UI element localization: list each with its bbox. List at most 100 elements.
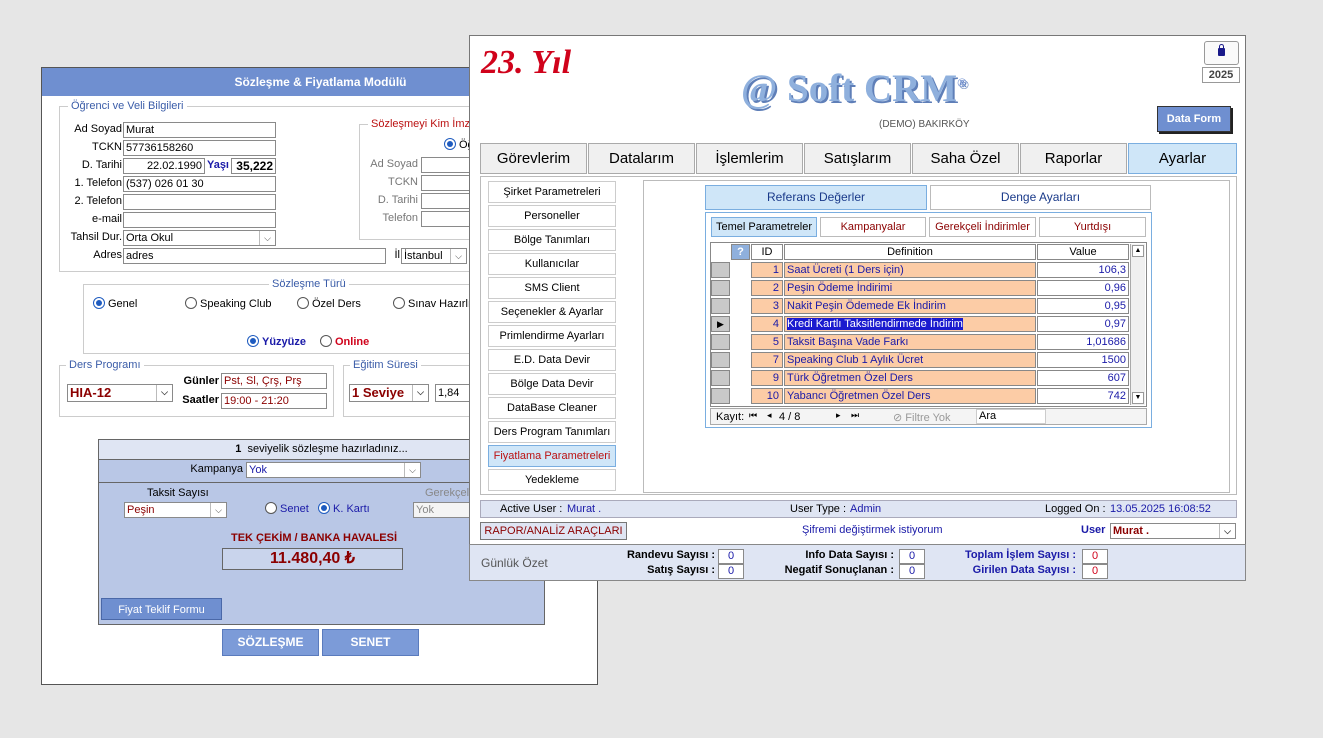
row-selector[interactable] [711, 334, 730, 350]
grid-cell-value[interactable]: 0,95 [1037, 298, 1129, 314]
next-record-icon[interactable]: ▸ [836, 410, 841, 421]
grid-header-definition[interactable]: Definition [784, 244, 1036, 260]
row-selector[interactable] [711, 262, 730, 278]
grid-cell-definition[interactable]: Peşin Ödeme İndirimi [784, 280, 1036, 296]
tab-temel-parametreler[interactable]: Temel Parametreler [711, 217, 817, 237]
record-position[interactable]: 4 / 8 [779, 411, 800, 423]
grid-cell-value[interactable]: 1,01686 [1037, 334, 1129, 350]
sidebar-item-yedekleme[interactable]: Yedekleme [488, 469, 616, 491]
grid-cell-definition[interactable]: Nakit Peşin Ödemede Ek İndirim [784, 298, 1036, 314]
prev-record-icon[interactable]: ◂ [767, 410, 772, 421]
grid-cell-id[interactable]: 1 [751, 262, 783, 278]
grid-cell-definition[interactable]: Taksit Başına Vade Farkı [784, 334, 1036, 350]
tab-kampanyalar[interactable]: Kampanyalar [820, 217, 926, 237]
grid-cell-value[interactable]: 742 [1037, 388, 1129, 404]
egitim-level-select[interactable]: 1 Seviye ⌵ [349, 384, 429, 402]
mode-online[interactable]: Online [320, 335, 369, 349]
grid-cell-definition[interactable]: Yabancı Öğretmen Özel Ders [784, 388, 1036, 404]
tab-yurtdisi[interactable]: Yurtdışı [1039, 217, 1146, 237]
grid-cell-value[interactable]: 607 [1037, 370, 1129, 386]
grid-cell-id[interactable]: 9 [751, 370, 783, 386]
sidebar-item-kullanicilar[interactable]: Kullanıcılar [488, 253, 616, 275]
grid-cell-id[interactable]: 5 [751, 334, 783, 350]
address-input[interactable]: adres [123, 248, 386, 264]
tab-gorevlerim[interactable]: Görevlerim [480, 143, 587, 174]
tab-gerekceli-indirimler[interactable]: Gerekçeli İndirimler [929, 217, 1036, 237]
birthdate-input[interactable]: 22.02.1990 [123, 158, 205, 174]
payment-senet[interactable]: Senet [265, 502, 309, 516]
city-select[interactable]: İstanbul ⌵ [401, 248, 467, 264]
gunler-input[interactable]: Pst, Sl, Çrş, Prş [221, 373, 327, 389]
sidebar-item-sms[interactable]: SMS Client [488, 277, 616, 299]
scroll-up-icon[interactable]: ▲ [1132, 245, 1144, 257]
scroll-down-icon[interactable]: ▼ [1132, 392, 1144, 404]
tab-referans-degerler[interactable]: Referans Değerler [705, 185, 927, 210]
tab-islemlerim[interactable]: İşlemlerim [696, 143, 803, 174]
last-record-icon[interactable]: ⏭ [851, 410, 859, 421]
tab-satislarim[interactable]: Satışlarım [804, 143, 911, 174]
grid-cell-definition[interactable]: Saat Ücreti (1 Ders için) [784, 262, 1036, 278]
contract-type-sinav[interactable]: Sınav Hazırlık [393, 297, 476, 311]
filter-button[interactable]: ⊘ Filtre Yok [893, 411, 951, 424]
first-record-icon[interactable]: ⏮ [749, 410, 757, 421]
sidebar-item-cleaner[interactable]: DataBase Cleaner [488, 397, 616, 419]
sidebar-item-personeller[interactable]: Personeller [488, 205, 616, 227]
sidebar-item-bolge-devir[interactable]: Bölge Data Devir [488, 373, 616, 395]
tab-denge-ayarlari[interactable]: Denge Ayarları [930, 185, 1151, 210]
grid-cell-id[interactable]: 3 [751, 298, 783, 314]
grid-cell-definition[interactable]: Türk Öğretmen Özel Ders [784, 370, 1036, 386]
lock-button[interactable] [1204, 41, 1239, 65]
payment-kart[interactable]: K. Kartı [318, 502, 370, 516]
taksit-select[interactable]: Peşin ⌵ [124, 502, 227, 518]
sidebar-item-ders-program[interactable]: Ders Program Tanımları [488, 421, 616, 443]
grid-cell-definition[interactable]: Speaking Club 1 Aylık Ücret [784, 352, 1036, 368]
grid-help-icon[interactable]: ? [731, 244, 750, 260]
tab-datalarim[interactable]: Datalarım [588, 143, 695, 174]
grid-cell-id[interactable]: 4 [751, 316, 783, 332]
row-selector[interactable] [711, 352, 730, 368]
gerekceli-select[interactable]: Yok [413, 502, 473, 518]
sidebar-item-ed-devir[interactable]: E.D. Data Devir [488, 349, 616, 371]
row-selector[interactable] [711, 298, 730, 314]
grid-cell-value[interactable]: 0,97 [1037, 316, 1129, 332]
senet-button[interactable]: SENET [322, 629, 419, 656]
saatler-input[interactable]: 19:00 - 21:20 [221, 393, 327, 409]
phone1-input[interactable]: (537) 026 01 30 [123, 176, 276, 192]
grid-cell-value[interactable]: 0,96 [1037, 280, 1129, 296]
grid-cell-id[interactable]: 2 [751, 280, 783, 296]
ad-soyad-input[interactable]: Murat [123, 122, 276, 138]
contract-type-genel[interactable]: Genel [93, 297, 137, 311]
search-input[interactable]: Ara [976, 409, 1046, 424]
ders-program-select[interactable]: HIA-12 ⌵ [67, 384, 173, 402]
row-selector[interactable]: ▶ [711, 316, 730, 332]
tckn-input[interactable]: 57736158260 [123, 140, 276, 156]
grid-cell-id[interactable]: 7 [751, 352, 783, 368]
fiyat-teklif-button[interactable]: Fiyat Teklif Formu [101, 598, 222, 620]
data-form-button[interactable]: Data Form [1157, 106, 1231, 132]
tab-saha-ozel[interactable]: Saha Özel [912, 143, 1019, 174]
email-input[interactable] [123, 212, 276, 228]
rapor-analiz-button[interactable]: RAPOR/ANALİZ ARAÇLARI [480, 522, 627, 540]
sidebar-item-secenekler[interactable]: Seçenekler & Ayarlar [488, 301, 616, 323]
education-select[interactable]: Orta Okul ⌵ [123, 230, 276, 246]
sidebar-item-bolge[interactable]: Bölge Tanımları [488, 229, 616, 251]
user-select[interactable]: Murat . ⌵ [1110, 523, 1236, 539]
tab-ayarlar[interactable]: Ayarlar [1128, 143, 1237, 174]
mode-yuzyuze[interactable]: Yüzyüze [247, 335, 306, 349]
phone2-input[interactable] [123, 194, 276, 210]
tab-raporlar[interactable]: Raporlar [1020, 143, 1127, 174]
grid-cell-value[interactable]: 1500 [1037, 352, 1129, 368]
contract-type-ozel[interactable]: Özel Ders [297, 297, 361, 311]
grid-header-value[interactable]: Value [1037, 244, 1129, 260]
contract-type-speaking[interactable]: Speaking Club [185, 297, 272, 311]
sozlesme-button[interactable]: SÖZLEŞME [222, 629, 319, 656]
row-selector[interactable] [711, 388, 730, 404]
grid-header-id[interactable]: ID [751, 244, 783, 260]
grid-cell-definition[interactable]: Kredi Kartlı Taksitlendirmede İndirim [784, 316, 1036, 332]
kampanya-select[interactable]: Yok ⌵ [246, 462, 421, 478]
grid-cell-value[interactable]: 106,3 [1037, 262, 1129, 278]
grid-cell-id[interactable]: 10 [751, 388, 783, 404]
grid-scrollbar[interactable]: ▲ ▼ [1130, 244, 1145, 405]
sidebar-item-fiyatlama[interactable]: Fiyatlama Parametreleri [488, 445, 616, 467]
row-selector[interactable] [711, 280, 730, 296]
